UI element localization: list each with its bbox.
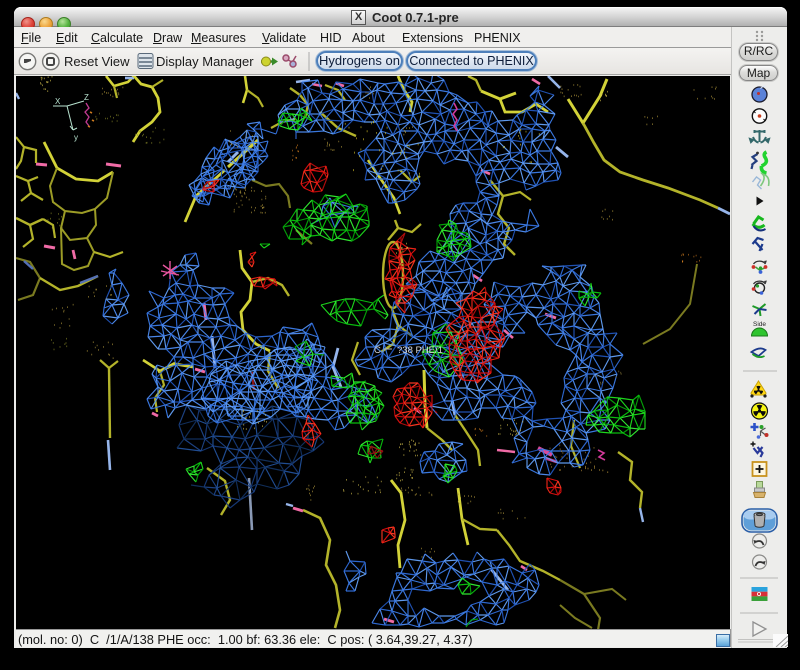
svg-text:Side: Side [753,321,766,328]
svg-text:y: y [74,133,78,142]
svg-text:?38 PHE/1: ?38 PHE/1 [397,345,443,356]
svg-text:C: C [374,345,381,356]
svg-text:X: X [55,97,61,106]
svg-text:Z: Z [84,93,89,102]
